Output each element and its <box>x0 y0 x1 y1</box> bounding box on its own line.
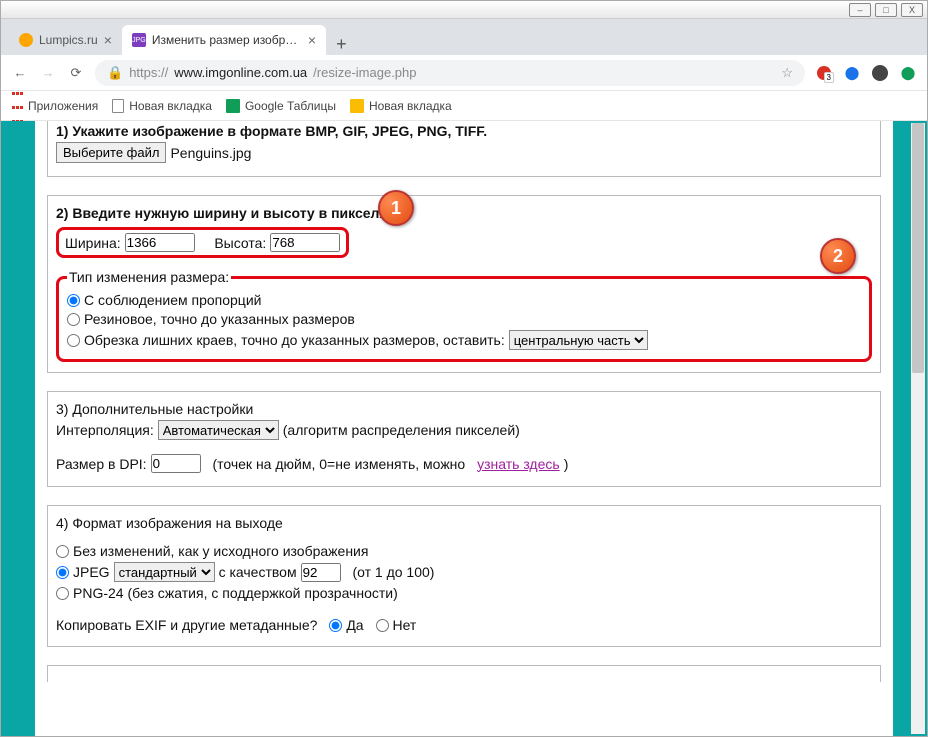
radio-exif-no[interactable] <box>376 619 389 632</box>
side-stripe-left <box>1 121 35 736</box>
file-icon <box>112 99 124 113</box>
section-5-partial <box>47 665 881 682</box>
radio-proportional[interactable] <box>67 294 80 307</box>
width-label: Ширина: <box>65 235 121 251</box>
bookmark-label: Приложения <box>28 99 98 113</box>
section-1-title: 1) Укажите изображение в формате BMP, GI… <box>56 123 487 139</box>
height-label: Высота: <box>214 235 266 251</box>
radio-label: С соблюдением пропорций <box>84 292 261 308</box>
bookmark-label: Новая вкладка <box>129 99 212 113</box>
radio-format-jpeg[interactable] <box>56 566 69 579</box>
lock-icon: 🔒 <box>107 65 123 81</box>
jpeg-label: JPEG <box>73 564 110 580</box>
scrollbar[interactable] <box>911 123 925 734</box>
radio-label: Нет <box>393 617 417 633</box>
extension-icon-4[interactable]: ⬤ <box>899 64 917 82</box>
section-3-title: 3) Дополнительные настройки <box>56 401 253 417</box>
jpg-icon: JPG <box>132 33 146 47</box>
star-icon[interactable]: ☆ <box>781 65 793 81</box>
dpi-label: Размер в DPI: <box>56 456 147 472</box>
url-host: www.imgonline.com.ua <box>174 65 307 80</box>
radio-format-png[interactable] <box>56 587 69 600</box>
jpeg-hint: (от 1 до 100) <box>352 564 434 580</box>
section-2: 2) Введите нужную ширину и высоту в пикс… <box>47 195 881 373</box>
scroll-thumb[interactable] <box>912 123 924 373</box>
width-input[interactable] <box>125 233 195 252</box>
orange-icon <box>19 33 33 47</box>
section-1: 1) Укажите изображение в формате BMP, GI… <box>47 121 881 177</box>
dpi-link[interactable]: узнать здесь <box>477 456 560 472</box>
radio-stretch[interactable] <box>67 313 80 326</box>
crop-position-select[interactable]: центральную часть <box>509 330 648 350</box>
file-icon <box>350 99 364 113</box>
annotation-badge-1: 1 <box>378 190 414 226</box>
extension-icon-2[interactable]: ⬤ <box>843 64 861 82</box>
bookmark-label: Новая вкладка <box>369 99 452 113</box>
section-2-title: 2) Введите нужную ширину и высоту в пикс… <box>56 205 399 221</box>
tab-label: Lumpics.ru <box>39 33 98 47</box>
dpi-input[interactable] <box>151 454 201 473</box>
section-4-title: 4) Формат изображения на выходе <box>56 515 283 531</box>
interp-label: Интерполяция: <box>56 422 154 438</box>
bookmark-sheets[interactable]: Google Таблицы <box>226 99 336 113</box>
interp-select[interactable]: Автоматическая <box>158 420 279 440</box>
bookmark-label: Google Таблицы <box>245 99 336 113</box>
height-input[interactable] <box>270 233 340 252</box>
url-field[interactable]: 🔒 https:// www.imgonline.com.ua/resize-im… <box>95 60 805 86</box>
reload-button[interactable]: ⟳ <box>67 64 85 82</box>
extension-icon-1[interactable]: 3 <box>815 64 833 82</box>
resize-type-fieldset: Тип изменения размера: С соблюдением про… <box>56 269 872 362</box>
tab-label: Изменить размер изображения <box>152 33 302 47</box>
main-content: 1) Укажите изображение в формате BMP, GI… <box>35 121 893 736</box>
bookmark-newtab-1[interactable]: Новая вкладка <box>112 99 212 113</box>
window-minimize[interactable]: – <box>849 3 871 17</box>
jpeg-quality-select[interactable]: стандартный <box>114 562 215 582</box>
radio-label: Обрезка лишних краев, точно до указанных… <box>84 332 505 348</box>
interp-hint: (алгоритм распределения пикселей) <box>283 422 520 438</box>
new-tab-button[interactable]: + <box>326 34 357 55</box>
sheets-icon <box>226 99 240 113</box>
forward-button[interactable]: → <box>39 64 57 82</box>
radio-label: Да <box>346 617 363 633</box>
tab-lumpics[interactable]: Lumpics.ru × <box>9 25 122 55</box>
dimensions-row: Ширина: Высота: <box>56 227 349 258</box>
section-3: 3) Дополнительные настройки Интерполяция… <box>47 391 881 487</box>
exif-label: Копировать EXIF и другие метаданные? <box>56 617 317 633</box>
radio-exif-yes[interactable] <box>329 619 342 632</box>
avatar-icon[interactable] <box>871 64 889 82</box>
tab-strip: Lumpics.ru × JPG Изменить размер изображ… <box>1 19 927 55</box>
resize-type-legend: Тип изменения размера: <box>67 269 231 285</box>
jpeg-quality-label: с качеством <box>219 564 297 580</box>
radio-format-same[interactable] <box>56 545 69 558</box>
back-button[interactable]: ← <box>11 64 29 82</box>
choose-file-button[interactable]: Выберите файл <box>56 142 166 163</box>
viewport: 1) Укажите изображение в формате BMP, GI… <box>1 121 927 736</box>
dpi-hint-1: (точек на дюйм, 0=не изменять, можно <box>212 456 465 472</box>
radio-label: Резиновое, точно до указанных размеров <box>84 311 355 327</box>
window-titlebar: – □ X <box>1 1 927 19</box>
close-icon[interactable]: × <box>308 32 316 48</box>
bookmarks-bar: Приложения Новая вкладка Google Таблицы … <box>1 91 927 121</box>
radio-crop[interactable] <box>67 334 80 347</box>
bookmark-newtab-2[interactable]: Новая вкладка <box>350 99 452 113</box>
window-maximize[interactable]: □ <box>875 3 897 17</box>
radio-label: PNG-24 (без сжатия, с поддержкой прозрач… <box>73 585 398 601</box>
url-protocol: https:// <box>129 65 168 80</box>
close-icon[interactable]: × <box>104 32 112 48</box>
annotation-badge-2: 2 <box>820 238 856 274</box>
address-bar: ← → ⟳ 🔒 https:// www.imgonline.com.ua/res… <box>1 55 927 91</box>
radio-label: Без изменений, как у исходного изображен… <box>73 543 368 559</box>
dpi-hint-2: ) <box>564 456 569 472</box>
window-close[interactable]: X <box>901 3 923 17</box>
url-path: /resize-image.php <box>313 65 416 80</box>
section-4: 4) Формат изображения на выходе Без изме… <box>47 505 881 647</box>
chosen-filename: Penguins.jpg <box>170 145 251 161</box>
jpeg-quality-input[interactable] <box>301 563 341 582</box>
tab-imgonline[interactable]: JPG Изменить размер изображения × <box>122 25 326 55</box>
